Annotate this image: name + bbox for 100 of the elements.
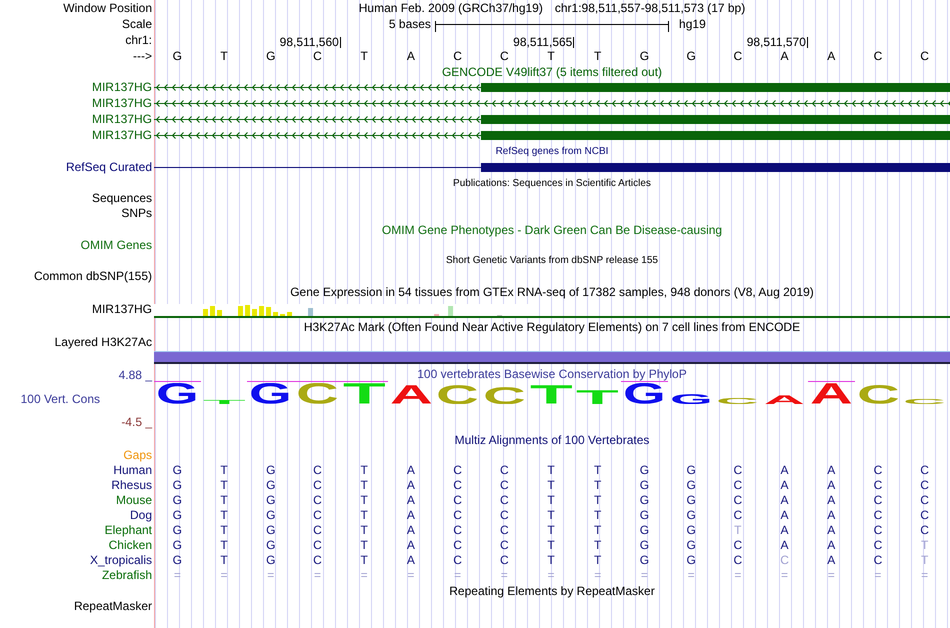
aligned-base: T [360,538,368,552]
aligned-base: A [406,552,415,566]
aligned-base: T [547,492,555,506]
aligned-base: C [313,508,322,522]
logo-letter: T [576,390,620,404]
aligned-base: G [266,462,276,476]
aligned-base: T [220,462,228,476]
base-letter: C [874,49,882,63]
aligned-base: C [780,552,789,566]
aligned-base: C [313,522,322,536]
track-label: 100 Vert. Cons [20,392,100,406]
aligned-base: T [360,508,368,522]
base-letter: T [220,49,228,63]
aligned-base: A [780,508,789,522]
logo-letter: C [482,386,526,404]
aligned-base: C [500,552,509,566]
aligned-base: C [500,478,509,492]
aligned-base: C [874,508,882,522]
aligned-base: = [874,568,882,582]
species-label: Zebrafish [102,568,152,582]
aligned-base: C [733,462,742,476]
aligned-base: = [594,568,602,582]
aligned-base: = [174,568,181,582]
aligned-base: C [733,492,742,506]
base-letter: C [920,49,929,63]
species-label: Elephant [104,522,152,536]
aligned-base: T [920,538,928,552]
aligned-base: C [500,508,509,522]
aligned-base: G [640,522,650,536]
aligned-base: T [220,538,228,552]
aligned-base: T [220,478,228,492]
aligned-base: G [686,552,696,566]
aligned-base: G [686,462,696,476]
base-letter: C [453,49,462,63]
aligned-base: C [453,478,462,492]
aligned-base: G [640,538,650,552]
track-label: MIR137HG [92,128,152,142]
logo-letter: C [436,384,479,404]
scale-length: 5 bases [388,17,432,31]
aligned-base: = [828,568,835,582]
expression-bar [238,306,244,316]
aligned-base: C [453,538,462,552]
aligned-base: = [734,568,742,582]
aligned-base: C [733,538,742,552]
aligned-base: T [547,462,555,476]
aligned-base: = [781,568,788,582]
track-label: MIR137HG [92,96,152,110]
aligned-base: C [920,462,929,476]
aligned-base: G [172,538,182,552]
aligned-base: G [640,508,650,522]
track-label: Layered H3K27Ac [54,335,152,350]
expression-bar [287,312,292,316]
track-label: Common dbSNP(155) [34,268,152,282]
aligned-base: A [406,538,415,552]
aligned-base: G [686,478,696,492]
axis-label: -4.5 _ [121,415,152,429]
aligned-base: T [920,552,928,566]
logo-letter: C [856,385,900,404]
aligned-base: T [594,462,602,476]
expression-bar [448,306,454,316]
aligned-base: G [266,508,276,522]
logo-letter: G [249,383,292,404]
aligned-base: A [406,462,415,476]
aligned-base: C [313,492,322,506]
aligned-base: = [220,568,228,582]
track-title: H3K27Ac Mark (Often Found Near Active Regulatory Elements) on 7 cell lines from ENCODE [304,320,800,334]
aligned-base: C [874,478,882,492]
aligned-base: C [453,522,462,536]
logo-letter: G [623,383,666,404]
aligned-base: G [640,552,650,566]
aligned-base: G [266,492,276,506]
aligned-base: A [780,478,789,492]
position-range: chr1:98,511,557-98,511,573 (17 bp) [554,1,746,15]
logo-letter: A [390,385,432,404]
aligned-base: T [594,492,602,506]
species-label: Mouse [116,492,152,506]
aligned-base: G [172,478,182,492]
aligned-base: G [172,462,182,476]
aligned-base: C [733,552,742,566]
base-letter: A [827,49,836,63]
expression-bar [203,309,208,316]
aligned-base: C [733,508,742,522]
aligned-base: G [686,522,696,536]
aligned-base: C [874,462,882,476]
track-title: Short Genetic Variants from dbSNP release 155 [446,254,658,266]
aligned-base: A [827,462,836,476]
aligned-base: A [827,552,836,566]
aligned-base: T [547,522,555,536]
aligned-base: T [547,478,555,492]
aligned-base: T [594,508,602,522]
aligned-base: = [921,568,928,582]
base-letter: A [780,49,789,63]
aligned-base: C [313,538,322,552]
aligned-base: A [406,492,415,506]
aligned-base: T [594,538,602,552]
aligned-base: G [686,508,696,522]
expression-bar [245,305,250,316]
aligned-base: C [920,492,929,506]
aligned-base: = [360,568,368,582]
aligned-base: T [220,552,228,566]
